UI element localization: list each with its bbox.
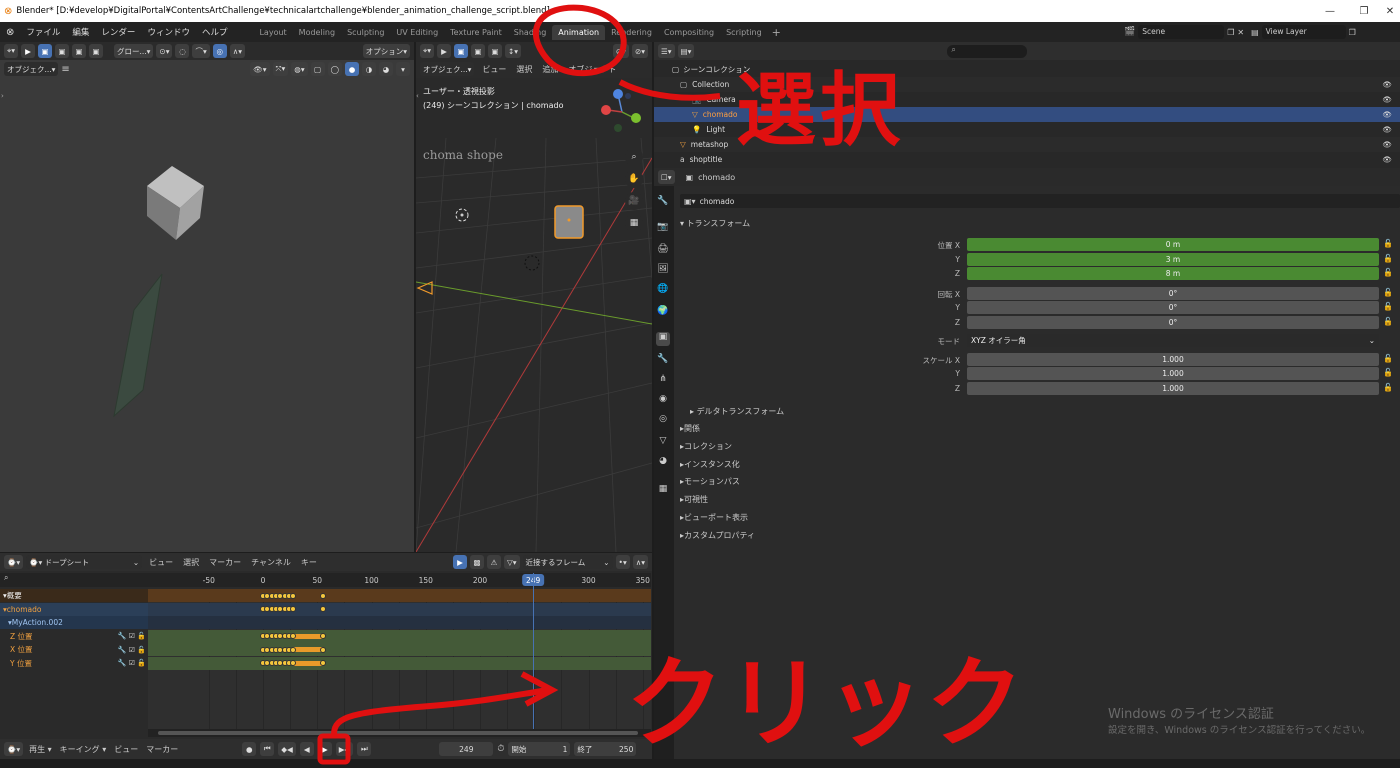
annotation-circle bbox=[533, 4, 627, 76]
annotation-arrow-line bbox=[331, 687, 549, 735]
annotation-click-text: クリック bbox=[626, 647, 1027, 761]
annotation-select-text: 選択 bbox=[736, 64, 904, 157]
play-highlight-box bbox=[317, 733, 351, 765]
annotation-stroke bbox=[618, 79, 721, 101]
